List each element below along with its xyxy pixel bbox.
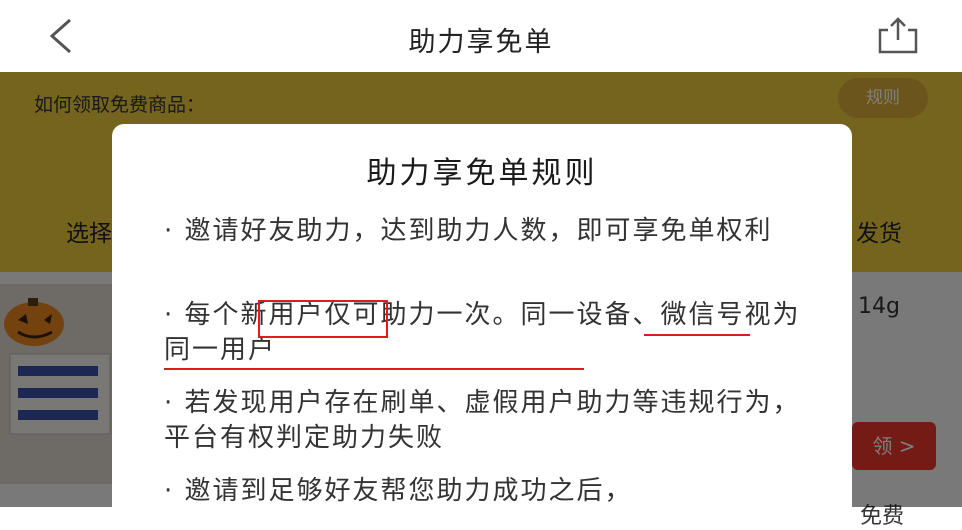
rule-item-violation: · 若发现用户存在刷单、虚假用户助力等违规行为，平台有权判定助力失败 bbox=[164, 388, 801, 453]
modal-title: 助力享免单规则 bbox=[366, 156, 598, 191]
rules-modal: 助力享免单规则 · 邀请好友助力，达到助力人数，即可享免单权利 · 每个新用户仅… bbox=[112, 124, 852, 507]
page-title: 助力享免单 bbox=[408, 27, 554, 58]
rule-item-success: · 邀请到足够好友帮您助力成功之后， bbox=[164, 476, 633, 506]
nav-bar: 助力享免单 bbox=[0, 0, 962, 72]
wechat-underline bbox=[164, 368, 584, 370]
share-button[interactable] bbox=[870, 16, 926, 56]
device-underline bbox=[644, 334, 750, 336]
new-user-highlight-box bbox=[258, 300, 388, 338]
rule-item-invite: · 邀请好友助力，达到助力人数，即可享免单权利 bbox=[164, 216, 773, 246]
share-icon bbox=[878, 17, 918, 54]
